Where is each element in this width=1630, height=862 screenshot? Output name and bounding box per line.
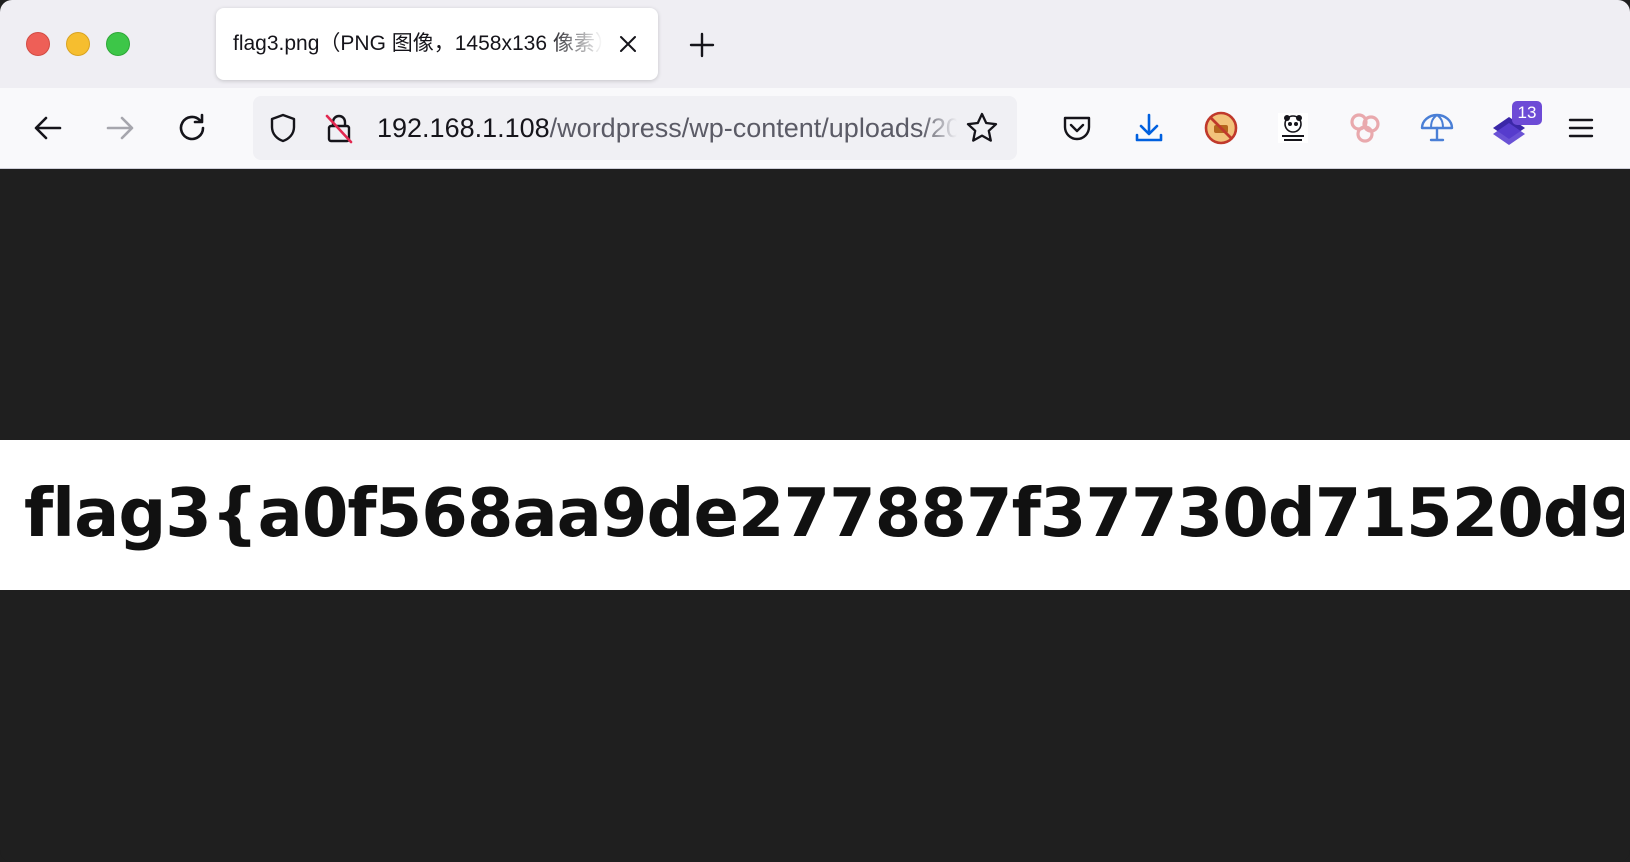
displayed-image[interactable]: flag3{a0f568aa9de277887f37730d71520d9b} [0, 440, 1630, 590]
tracking-protection-shield-icon[interactable] [267, 112, 299, 144]
reload-button[interactable] [170, 106, 214, 150]
navigation-toolbar: 192.168.1.108/wordpress/wp-content/uploa… [0, 88, 1630, 169]
downloads-button[interactable] [1126, 105, 1172, 151]
close-window-button[interactable] [26, 32, 50, 56]
extension-badge-count: 13 [1512, 101, 1542, 125]
reload-icon [179, 113, 205, 141]
pocket-icon [1063, 116, 1091, 141]
insecure-connection-lock-icon[interactable] [323, 112, 355, 144]
bookmark-star-icon[interactable] [964, 110, 1000, 146]
extension-layers-button[interactable]: 13 [1486, 101, 1542, 151]
extension-no-coins-button[interactable] [1198, 105, 1244, 151]
forward-arrow-icon [106, 116, 134, 140]
globe-umbrella-extension-icon [1420, 113, 1454, 142]
pink-rings-extension-icon [1350, 113, 1380, 143]
pocket-button[interactable] [1054, 105, 1100, 151]
extension-rings-button[interactable] [1342, 105, 1388, 151]
url-text[interactable]: 192.168.1.108/wordpress/wp-content/uploa… [377, 96, 957, 160]
url-host: 192.168.1.108 [377, 113, 550, 143]
back-arrow-icon [34, 116, 62, 140]
new-tab-icon[interactable] [687, 30, 717, 60]
image-flag-text: flag3{a0f568aa9de277887f37730d71520d9b} [24, 474, 1624, 552]
forward-button[interactable] [98, 106, 142, 150]
image-viewer: flag3{a0f568aa9de277887f37730d71520d9b} [0, 169, 1630, 862]
zoom-window-button[interactable] [106, 32, 130, 56]
app-menu-button[interactable] [1558, 105, 1604, 151]
back-button[interactable] [26, 106, 70, 150]
download-icon [1135, 113, 1163, 142]
browser-window: flag3.png（PNG 图像，1458x136 像素） 192.168.1.… [0, 0, 1630, 862]
extension-umbrella-button[interactable] [1414, 105, 1460, 151]
address-bar[interactable]: 192.168.1.108/wordpress/wp-content/uploa… [253, 96, 1017, 160]
tab-strip: flag3.png（PNG 图像，1458x136 像素） [0, 0, 1630, 88]
no-coins-extension-icon [1204, 111, 1238, 145]
hamburger-menu-icon [1568, 118, 1594, 138]
minimize-window-button[interactable] [66, 32, 90, 56]
tab-active[interactable]: flag3.png（PNG 图像，1458x136 像素） [216, 8, 658, 80]
url-path: /wordpress/wp-content/uploads/2020/ [549, 113, 957, 143]
close-tab-icon[interactable] [616, 32, 640, 56]
extension-panda-button[interactable] [1270, 105, 1316, 151]
tab-title: flag3.png（PNG 图像，1458x136 像素） [233, 32, 603, 55]
panda-meme-extension-icon [1278, 113, 1308, 143]
